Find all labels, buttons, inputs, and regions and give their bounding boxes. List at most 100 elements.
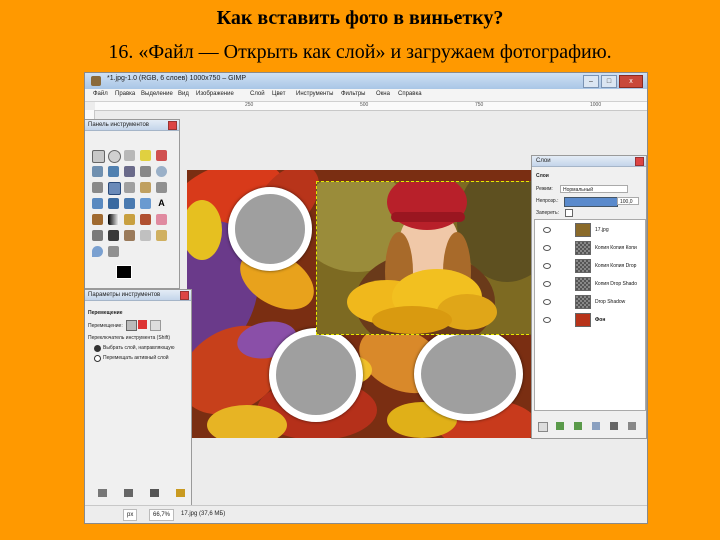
opacity-slider[interactable] — [564, 197, 618, 207]
layer-thumbnail — [575, 241, 591, 255]
opacity-label: Непрозр.: — [536, 198, 559, 204]
close-icon[interactable] — [180, 291, 189, 300]
move-tool-icon[interactable] — [108, 182, 121, 195]
menu-image[interactable]: Изображение — [196, 91, 234, 97]
eye-icon[interactable] — [543, 317, 551, 323]
reset-options-icon[interactable] — [176, 489, 185, 497]
lock-alpha-checkbox[interactable] — [565, 209, 573, 217]
move-path-mode-icon[interactable] — [150, 320, 161, 331]
perspective-tool-icon[interactable] — [124, 198, 135, 209]
layer-row[interactable]: Копия Drop Shado — [542, 276, 645, 293]
menu-file[interactable]: Файл — [93, 91, 108, 97]
menu-windows[interactable]: Окна — [376, 91, 390, 97]
close-icon[interactable] — [635, 157, 644, 166]
ellipse-select-tool-icon[interactable] — [108, 150, 121, 163]
move-selection-mode-icon[interactable] — [138, 320, 147, 329]
menu-tools[interactable]: Инструменты — [296, 91, 333, 97]
layer-row[interactable]: Фон — [542, 312, 645, 329]
menu-view[interactable]: Вид — [178, 91, 189, 97]
close-icon[interactable] — [168, 121, 177, 130]
minimize-button[interactable]: – — [583, 75, 599, 88]
radio-move-active-layer[interactable] — [94, 355, 101, 362]
flip-tool-icon[interactable] — [140, 198, 151, 209]
anchor-layer-icon[interactable] — [610, 422, 618, 430]
layer-row[interactable]: Копия Копия Drop — [542, 258, 645, 275]
menu-colors[interactable]: Цвет — [272, 91, 285, 97]
pencil-tool-icon[interactable] — [124, 214, 135, 225]
vignette-frame-circle — [269, 328, 363, 422]
eye-icon[interactable] — [543, 281, 551, 287]
gimp-window: *1.jpg-1.0 (RGB, 6 слоев) 1000x750 – GIM… — [84, 72, 648, 524]
text-tool-icon[interactable]: A — [156, 198, 167, 209]
layer-row[interactable]: Drop Shadow — [542, 294, 645, 311]
image-canvas[interactable] — [187, 170, 532, 438]
foreground-color-swatch[interactable] — [116, 265, 132, 279]
opacity-value[interactable]: 100,0 — [617, 197, 639, 205]
lock-label: Запереть: — [536, 210, 559, 216]
eraser-tool-icon[interactable] — [156, 214, 167, 225]
blur-tool-icon[interactable] — [92, 246, 103, 257]
ruler-mark: 1000 — [590, 102, 602, 108]
crop-tool-icon[interactable] — [140, 182, 151, 193]
radio-pick-layer[interactable] — [94, 345, 101, 352]
close-button[interactable]: x — [619, 75, 643, 88]
dodge-burn-tool-icon[interactable] — [108, 246, 119, 257]
menu-help[interactable]: Справка — [398, 91, 422, 97]
menu-filters[interactable]: Фильтры — [341, 91, 365, 97]
menu-select[interactable]: Выделение — [141, 91, 173, 97]
mode-label: Режим: — [536, 186, 553, 192]
delete-layer-icon[interactable] — [628, 422, 636, 430]
zoom-select[interactable]: 66,7% — [149, 509, 175, 521]
smudge-tool-icon[interactable] — [156, 230, 167, 241]
ink-tool-icon[interactable] — [108, 230, 119, 241]
paintbrush-tool-icon[interactable] — [140, 214, 151, 225]
new-layer-icon[interactable] — [538, 422, 548, 432]
save-options-icon[interactable] — [98, 489, 107, 497]
layer-row[interactable]: 17.jpg — [542, 222, 645, 239]
shear-tool-icon[interactable] — [108, 198, 119, 209]
color-picker-tool-icon[interactable] — [140, 166, 151, 177]
layers-panel: Слои Слои Режим: Нормальный Непрозр.: 10… — [531, 155, 647, 439]
eye-icon[interactable] — [543, 245, 551, 251]
color-select-tool-icon[interactable] — [156, 150, 167, 161]
rotate-tool-icon[interactable] — [156, 182, 167, 193]
layer-row[interactable]: Копия Копия Копи — [542, 240, 645, 257]
girl-photo-layer[interactable] — [316, 181, 532, 335]
move-layer-mode-icon[interactable] — [126, 320, 137, 331]
bucket-fill-tool-icon[interactable] — [92, 214, 103, 225]
menu-edit[interactable]: Правка — [115, 91, 135, 97]
blend-tool-icon[interactable] — [108, 214, 119, 225]
toolbox-panel: Панель инструментов A — [85, 119, 180, 289]
unit-select[interactable]: px — [123, 509, 138, 521]
foreground-select-tool-icon[interactable] — [108, 166, 119, 177]
mode-select[interactable]: Нормальный — [560, 185, 628, 193]
slide-title: Как вставить фото в виньетку? — [216, 7, 504, 29]
raise-layer-icon[interactable] — [556, 422, 564, 430]
align-tool-icon[interactable] — [124, 182, 135, 193]
paths-tool-icon[interactable] — [124, 166, 135, 177]
vignette-frame-circle — [414, 327, 523, 421]
eye-icon[interactable] — [543, 299, 551, 305]
rect-select-tool-icon[interactable] — [92, 150, 105, 163]
free-select-tool-icon[interactable] — [124, 150, 135, 161]
airbrush-tool-icon[interactable] — [92, 230, 103, 241]
clone-tool-icon[interactable] — [124, 230, 135, 241]
measure-tool-icon[interactable] — [92, 182, 103, 193]
menu-layer[interactable]: Слой — [250, 91, 265, 97]
delete-options-icon[interactable] — [150, 489, 159, 497]
layer-thumbnail — [575, 223, 591, 237]
zoom-tool-icon[interactable] — [156, 166, 167, 177]
duplicate-layer-icon[interactable] — [592, 422, 600, 430]
eye-icon[interactable] — [543, 227, 551, 233]
status-bar: px 66,7% 17.jpg (37,6 МБ) — [85, 505, 647, 523]
eye-icon[interactable] — [543, 263, 551, 269]
scissors-tool-icon[interactable] — [92, 166, 103, 177]
heal-tool-icon[interactable] — [140, 230, 151, 241]
maximize-button[interactable]: □ — [601, 75, 617, 88]
restore-options-icon[interactable] — [124, 489, 133, 497]
tool-options-title: Параметры инструментов — [85, 290, 191, 301]
lower-layer-icon[interactable] — [574, 422, 582, 430]
slide-subtitle: 16. «Файл — Открыть как слой» и загружае… — [108, 41, 612, 63]
fuzzy-select-tool-icon[interactable] — [140, 150, 151, 161]
scale-tool-icon[interactable] — [92, 198, 103, 209]
